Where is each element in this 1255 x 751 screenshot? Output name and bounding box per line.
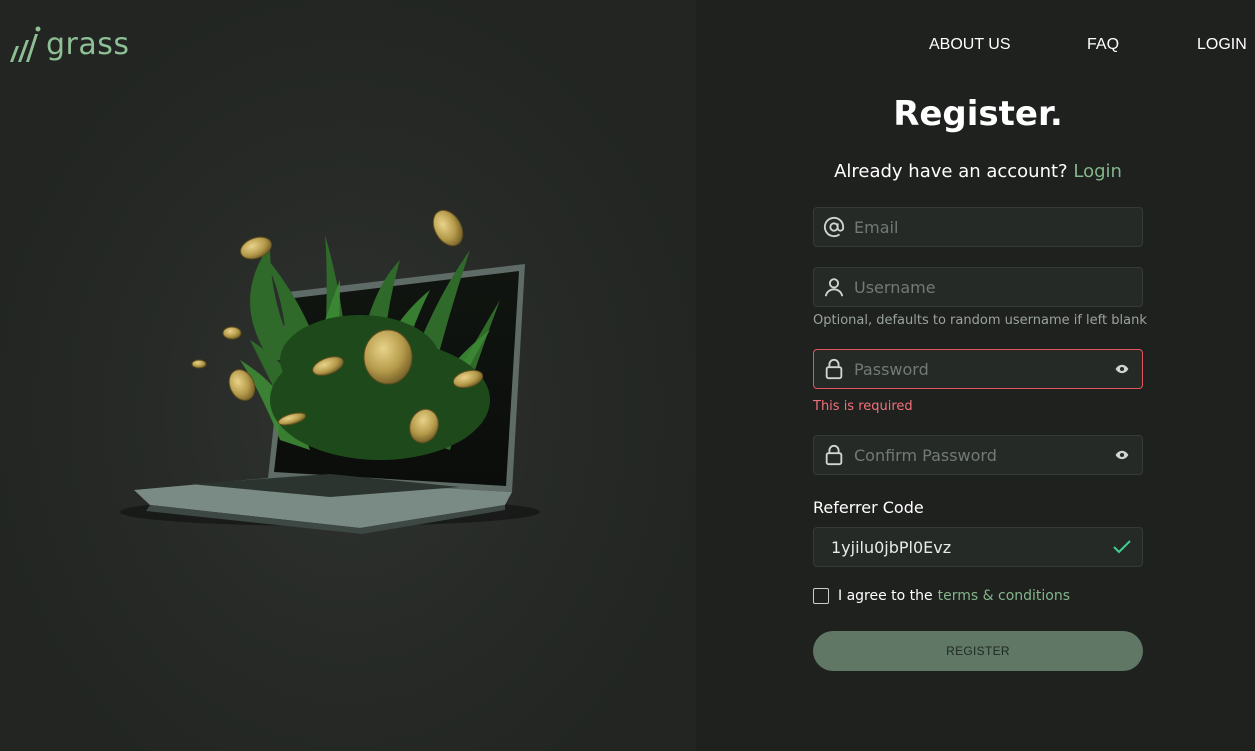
referrer-code-field[interactable]	[813, 527, 1143, 567]
page-title: Register.	[893, 94, 1063, 134]
laptop-grass-illustration	[120, 209, 540, 534]
terms-agreement: I agree to the terms & conditions	[813, 588, 1070, 604]
terms-link[interactable]: terms & conditions	[938, 588, 1070, 604]
agree-text: I agree to the	[838, 588, 933, 604]
at-icon	[814, 208, 854, 246]
show-confirm-password-eye-icon[interactable]	[1102, 436, 1142, 474]
password-input[interactable]	[854, 350, 1102, 388]
lock-icon	[814, 350, 854, 388]
referrer-code-input[interactable]	[831, 528, 1102, 566]
confirm-password-field[interactable]	[813, 435, 1143, 475]
already-account-text: Already have an account?	[834, 161, 1068, 182]
hero-panel	[0, 0, 696, 751]
email-field[interactable]	[813, 207, 1143, 247]
password-error: This is required	[813, 399, 913, 414]
login-prompt: Already have an account? Login	[813, 161, 1143, 182]
grass-logo-icon	[10, 26, 41, 62]
nav-login[interactable]: LOGIN	[1197, 36, 1247, 54]
password-field[interactable]	[813, 349, 1143, 389]
register-button[interactable]: REGISTER	[813, 631, 1143, 671]
username-field[interactable]	[813, 267, 1143, 307]
show-password-eye-icon[interactable]	[1102, 350, 1142, 388]
login-link[interactable]: Login	[1073, 161, 1122, 182]
brand-logo[interactable]: grass	[8, 24, 130, 64]
username-input[interactable]	[854, 268, 1142, 306]
confirm-password-input[interactable]	[854, 436, 1102, 474]
username-hint: Optional, defaults to random username if…	[813, 313, 1147, 328]
brand-name: grass	[46, 26, 130, 62]
check-icon	[1102, 528, 1142, 566]
terms-checkbox[interactable]	[813, 588, 829, 604]
nav-about-us[interactable]: ABOUT US	[929, 36, 1011, 54]
lock-icon	[814, 436, 854, 474]
nav-faq[interactable]: FAQ	[1087, 36, 1119, 54]
referrer-code-label: Referrer Code	[813, 498, 924, 517]
user-icon	[814, 268, 854, 306]
email-input[interactable]	[854, 208, 1142, 246]
